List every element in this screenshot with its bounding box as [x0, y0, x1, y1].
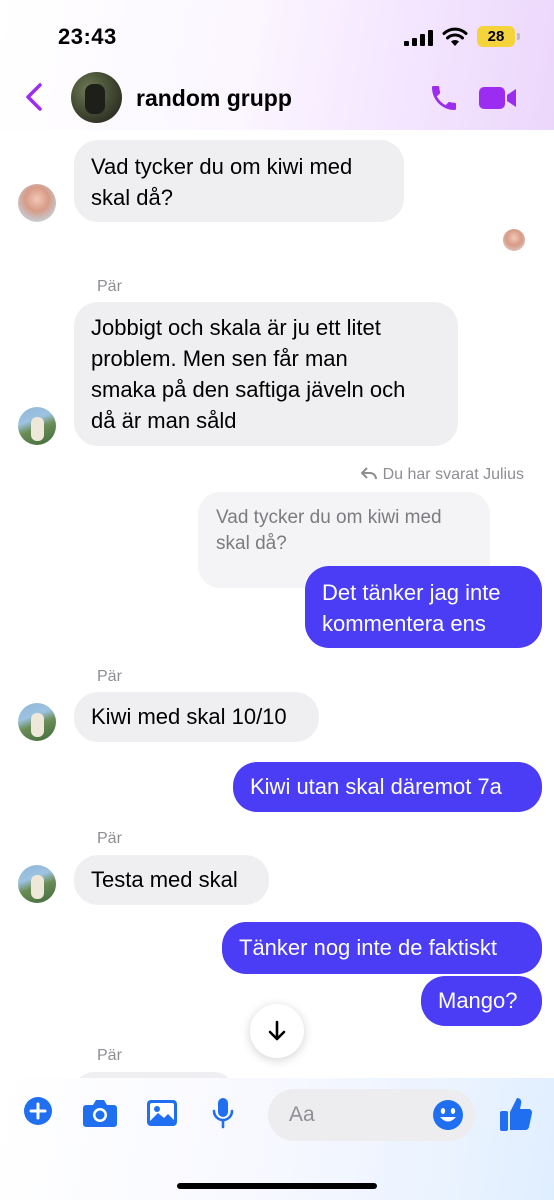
battery-indicator: 28: [477, 26, 515, 47]
avatar-par[interactable]: [18, 865, 56, 903]
microphone-icon[interactable]: [212, 1097, 234, 1129]
reply-icon: [360, 467, 377, 480]
image-icon[interactable]: [146, 1099, 178, 1127]
reply-note: Du har svarat Julius: [360, 466, 524, 484]
sender-name: Pär: [97, 668, 122, 685]
top-bar: 23:43 28 random grupp: [0, 0, 554, 130]
message-line: problem. Men sen får man: [91, 346, 348, 371]
outgoing-message[interactable]: Mango?: [421, 976, 542, 1026]
message-line: smaka på den saftiga jäveln och: [91, 377, 406, 402]
message-line: kommentera ens: [322, 611, 486, 636]
message-input[interactable]: Aa: [268, 1089, 475, 1141]
battery-tip: [517, 33, 520, 40]
video-icon[interactable]: [478, 84, 518, 112]
sender-name: Pär: [97, 830, 122, 847]
incoming-message[interactable]: Testa med skal: [74, 855, 269, 905]
cellular-signal-icon: [404, 30, 433, 46]
outgoing-message[interactable]: Tänker nog inte de faktiskt: [222, 922, 542, 974]
incoming-message[interactable]: Jobbigt och skala är ju ett litet proble…: [74, 302, 458, 446]
sender-name: Pär: [97, 278, 122, 295]
composer-bar: Aa: [0, 1078, 554, 1200]
phone-icon[interactable]: [428, 82, 460, 114]
chat-title[interactable]: random grupp: [136, 85, 292, 112]
message-line: Jobbigt och skala är ju ett litet: [91, 315, 381, 340]
outgoing-message[interactable]: Kiwi utan skal däremot 7a: [233, 762, 542, 812]
incoming-message[interactable]: Kiwi med skal 10/10: [74, 692, 319, 742]
quoted-line: skal då?: [216, 533, 287, 554]
scroll-to-bottom-button[interactable]: [250, 1004, 304, 1058]
back-icon[interactable]: [24, 82, 44, 112]
home-indicator: [177, 1183, 377, 1189]
quoted-line: Vad tycker du om kiwi med: [216, 507, 442, 528]
message-line: Vad tycker du om kiwi med: [91, 154, 353, 179]
message-input-placeholder: Aa: [289, 1103, 315, 1126]
incoming-message[interactable]: Vad tycker du om kiwi med skal då?: [74, 140, 404, 222]
status-bar: 23:43 28: [0, 22, 554, 52]
arrow-down-icon: [268, 1020, 286, 1041]
thumbs-up-icon[interactable]: [499, 1096, 533, 1132]
chat-header: random grupp: [0, 72, 554, 124]
outgoing-message[interactable]: Det tänker jag inte kommentera ens: [305, 566, 542, 648]
status-time: 23:43: [58, 24, 117, 49]
message-line: skal då?: [91, 185, 173, 210]
wifi-icon: [442, 27, 468, 46]
read-receipt-avatar: [503, 229, 525, 251]
avatar-par[interactable]: [18, 407, 56, 445]
avatar-par[interactable]: [18, 703, 56, 741]
plus-icon[interactable]: [23, 1096, 53, 1126]
message-line: då är man såld: [91, 408, 237, 433]
message-line: Det tänker jag inte: [322, 580, 501, 605]
reply-note-text: Du har svarat Julius: [382, 466, 524, 483]
emoji-icon[interactable]: [432, 1099, 464, 1131]
avatar-julius[interactable]: [18, 184, 56, 222]
group-avatar[interactable]: [71, 72, 122, 123]
camera-icon[interactable]: [82, 1098, 118, 1128]
sender-name: Pär: [97, 1047, 122, 1064]
